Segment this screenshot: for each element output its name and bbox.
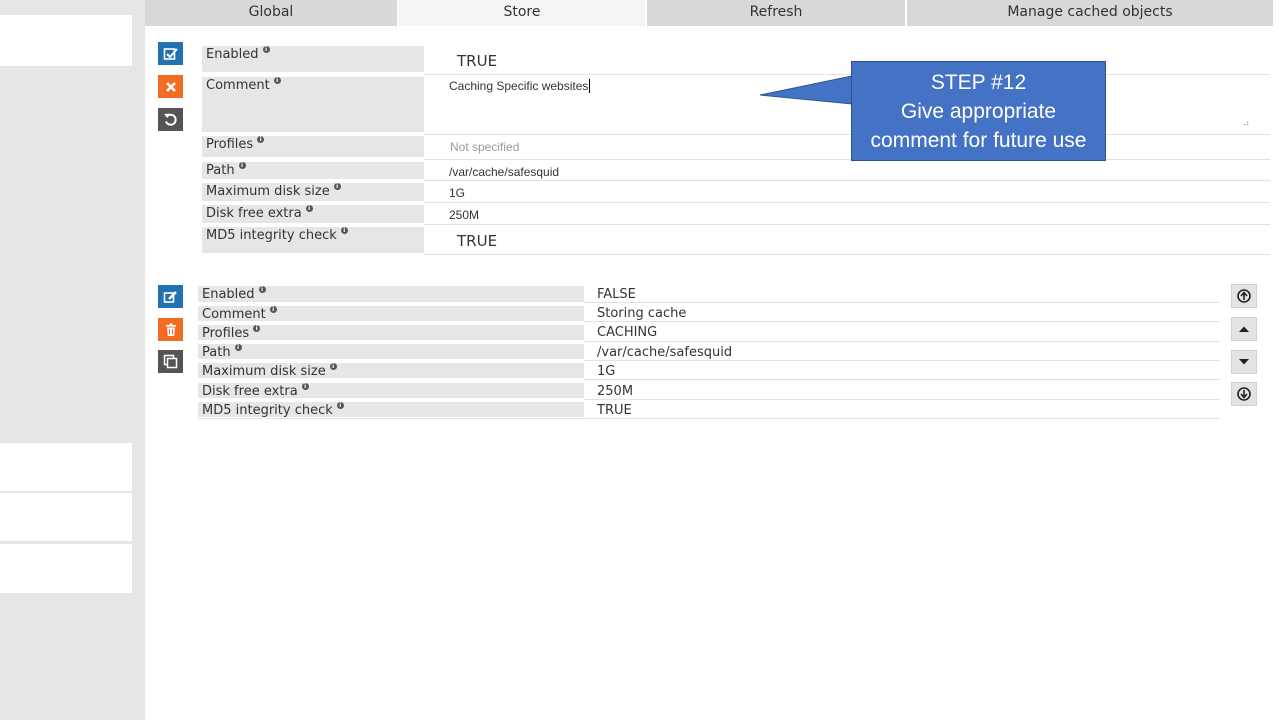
undo-icon: [164, 113, 177, 126]
check-icon: [163, 47, 178, 60]
divider: [424, 180, 1270, 181]
left-panel-card: [0, 15, 132, 66]
divider: [424, 159, 1270, 160]
info-icon[interactable]: i: [257, 136, 265, 143]
tab-refresh[interactable]: Refresh: [647, 0, 907, 26]
info-icon[interactable]: i: [329, 363, 337, 370]
move-up-button[interactable]: [1231, 317, 1257, 341]
enabled-toggle[interactable]: TRUE: [457, 52, 497, 70]
x-icon: [165, 81, 176, 92]
path-label: Path i: [202, 162, 424, 179]
move-bottom-icon: [1237, 387, 1251, 401]
entry-comment-value: Storing cache: [597, 306, 687, 321]
delete-button[interactable]: [158, 318, 183, 341]
trash-icon: [165, 323, 176, 336]
md5-toggle[interactable]: TRUE: [457, 232, 497, 250]
profiles-input[interactable]: Not specified: [450, 140, 519, 154]
tab-store[interactable]: Store: [399, 0, 647, 26]
tab-manage-cached-objects[interactable]: Manage cached objects: [907, 0, 1273, 26]
entry-disk-free-value: 250M: [597, 384, 634, 399]
text-cursor: [589, 79, 591, 93]
entry-disk-free-label: Disk free extra i: [198, 383, 584, 399]
divider: [584, 341, 1220, 342]
callout-line: comment for future use: [870, 129, 1087, 152]
info-icon[interactable]: i: [273, 77, 281, 84]
callout-step: STEP #12: [930, 71, 1027, 94]
edit-icon: [163, 290, 177, 303]
divider: [584, 379, 1220, 380]
disk-free-label: Disk free extra i: [202, 205, 424, 223]
entry-md5-value: TRUE: [597, 403, 632, 418]
divider: [424, 202, 1270, 203]
entry-profiles-label: Profiles i: [198, 325, 584, 341]
info-icon[interactable]: i: [253, 325, 261, 332]
resize-grip-icon[interactable]: ⠴: [1243, 119, 1250, 129]
info-icon[interactable]: i: [336, 402, 344, 409]
comment-label: Comment i: [202, 77, 424, 132]
move-down-icon: [1239, 359, 1249, 365]
left-panel-card: [0, 493, 132, 541]
profiles-label: Profiles i: [202, 136, 424, 157]
left-panel-card: [0, 443, 132, 491]
step-callout: STEP #12 Give appropriate comment for fu…: [851, 61, 1106, 161]
max-disk-input[interactable]: 1G: [449, 186, 465, 200]
move-bottom-button[interactable]: [1231, 382, 1257, 406]
save-button[interactable]: [158, 42, 183, 65]
divider: [584, 302, 1220, 303]
entry-path-value: /var/cache/safesquid: [597, 345, 733, 360]
enabled-label: Enabled i: [202, 46, 424, 72]
md5-label: MD5 integrity check i: [202, 227, 424, 253]
entry-max-disk-value: 1G: [597, 364, 616, 379]
divider: [424, 254, 1270, 255]
entry-comment-label: Comment i: [198, 306, 584, 322]
divider: [424, 134, 1270, 135]
max-disk-label: Maximum disk size i: [202, 183, 424, 201]
divider: [584, 399, 1220, 400]
info-icon[interactable]: i: [301, 383, 309, 390]
divider: [584, 321, 1220, 322]
info-icon[interactable]: i: [333, 183, 341, 190]
info-icon[interactable]: i: [340, 227, 348, 234]
info-icon[interactable]: i: [305, 205, 313, 212]
entry-max-disk-label: Maximum disk size i: [198, 363, 584, 379]
left-panel-card: [0, 544, 132, 593]
entry-enabled-label: Enabled i: [198, 286, 584, 302]
move-top-button[interactable]: [1231, 284, 1257, 308]
divider: [584, 360, 1220, 361]
callout-line: Give appropriate: [900, 100, 1057, 123]
move-down-button[interactable]: [1231, 350, 1257, 374]
path-input[interactable]: /var/cache/safesquid: [449, 165, 559, 179]
move-up-icon: [1239, 326, 1249, 332]
entry-path-label: Path i: [198, 344, 584, 360]
info-icon[interactable]: i: [234, 344, 242, 351]
tab-global[interactable]: Global: [145, 0, 399, 26]
entry-profiles-value: CACHING: [597, 325, 658, 340]
divider: [424, 224, 1270, 225]
entry-enabled-value: FALSE: [597, 287, 636, 302]
entry-md5-label: MD5 integrity check i: [198, 402, 584, 418]
reset-button[interactable]: [158, 108, 183, 131]
info-icon[interactable]: i: [262, 46, 270, 53]
edit-button[interactable]: [158, 285, 183, 308]
divider: [198, 418, 1220, 419]
divider: [424, 74, 1270, 75]
cancel-button[interactable]: [158, 75, 183, 98]
info-icon[interactable]: i: [238, 162, 246, 169]
info-icon[interactable]: i: [269, 306, 277, 313]
duplicate-button[interactable]: [158, 350, 183, 373]
copy-icon: [163, 354, 178, 369]
move-top-icon: [1237, 289, 1251, 303]
disk-free-input[interactable]: 250M: [449, 208, 479, 222]
tab-bar: Global Store Refresh Manage cached objec…: [145, 0, 1273, 26]
left-panel: [0, 0, 145, 720]
info-icon[interactable]: i: [258, 286, 266, 293]
comment-textarea[interactable]: Caching Specific websites: [449, 79, 591, 93]
